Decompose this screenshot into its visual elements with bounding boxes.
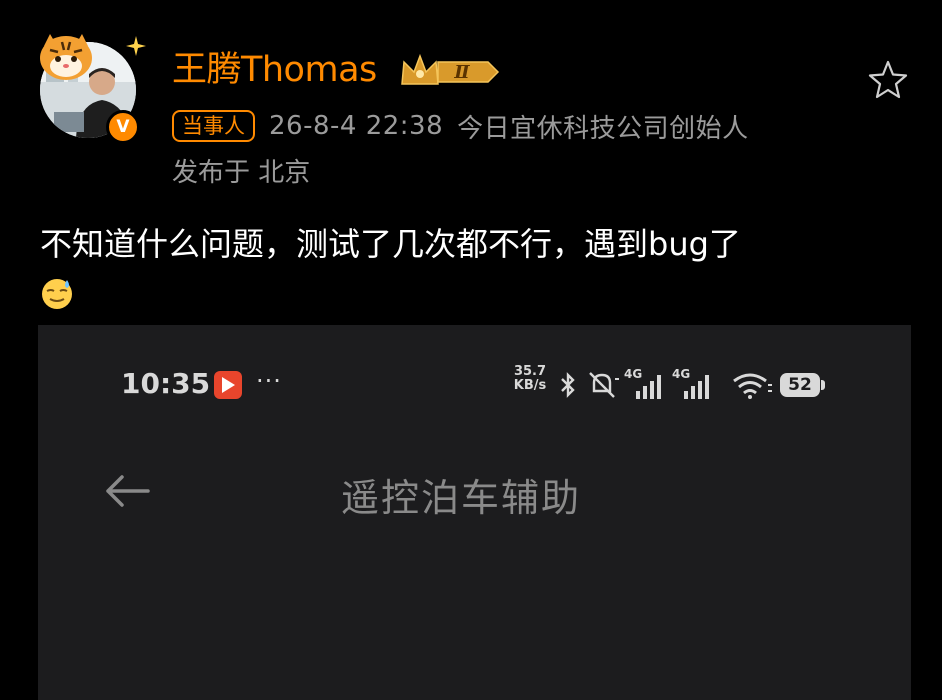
post-text: 不知道什么问题，测试了几次都不行，遇到bug了 xyxy=(40,225,741,263)
sweat-smile-emoji xyxy=(42,279,72,309)
post-meta: 当事人 26-8-4 22:38 今日宜休科技公司创始人 xyxy=(172,108,749,144)
video-app-icon xyxy=(214,371,242,399)
status-time: 10:35 xyxy=(121,367,211,400)
battery-tip xyxy=(821,380,825,390)
back-arrow-icon[interactable] xyxy=(102,473,152,509)
sparkle-icon xyxy=(126,36,146,56)
weibo-post: V 王腾Thomas Ⅱ 当事人 26-8-4 22:38 今日宜休科技公司创始… xyxy=(0,0,942,700)
embedded-page-title: 遥控泊车辅助 xyxy=(341,476,582,520)
bluetooth-icon xyxy=(561,372,575,398)
star-outline-icon[interactable] xyxy=(866,58,910,102)
author-name[interactable]: 王腾Thomas xyxy=(172,48,377,92)
post-timestamp: 26-8-4 22:38 xyxy=(269,111,444,141)
signal-bars-icon-2 xyxy=(684,375,709,399)
level-label: Ⅱ xyxy=(453,62,470,83)
post-image[interactable]: 10:35 ··· 35.7 KB/s 4G 4G 52 遥控泊车辅助 xyxy=(38,325,911,700)
tiger-sticker-icon xyxy=(40,34,92,80)
crown-level-badge-icon[interactable]: Ⅱ xyxy=(400,50,500,90)
wifi-icon xyxy=(733,373,772,399)
mute-notifications-icon xyxy=(589,372,619,398)
battery-indicator: 52 xyxy=(780,373,820,397)
role-tag: 当事人 xyxy=(172,110,255,142)
author-avatar-group[interactable]: V xyxy=(36,28,146,158)
network-speed: 35.7 KB/s xyxy=(513,364,547,393)
status-more-icon: ··· xyxy=(256,367,282,395)
post-location: 发布于 北京 xyxy=(172,158,311,188)
verified-badge-icon: V xyxy=(106,110,140,144)
author-title: 今日宜休科技公司创始人 xyxy=(457,113,749,144)
signal-bars-icon-1 xyxy=(636,375,661,399)
